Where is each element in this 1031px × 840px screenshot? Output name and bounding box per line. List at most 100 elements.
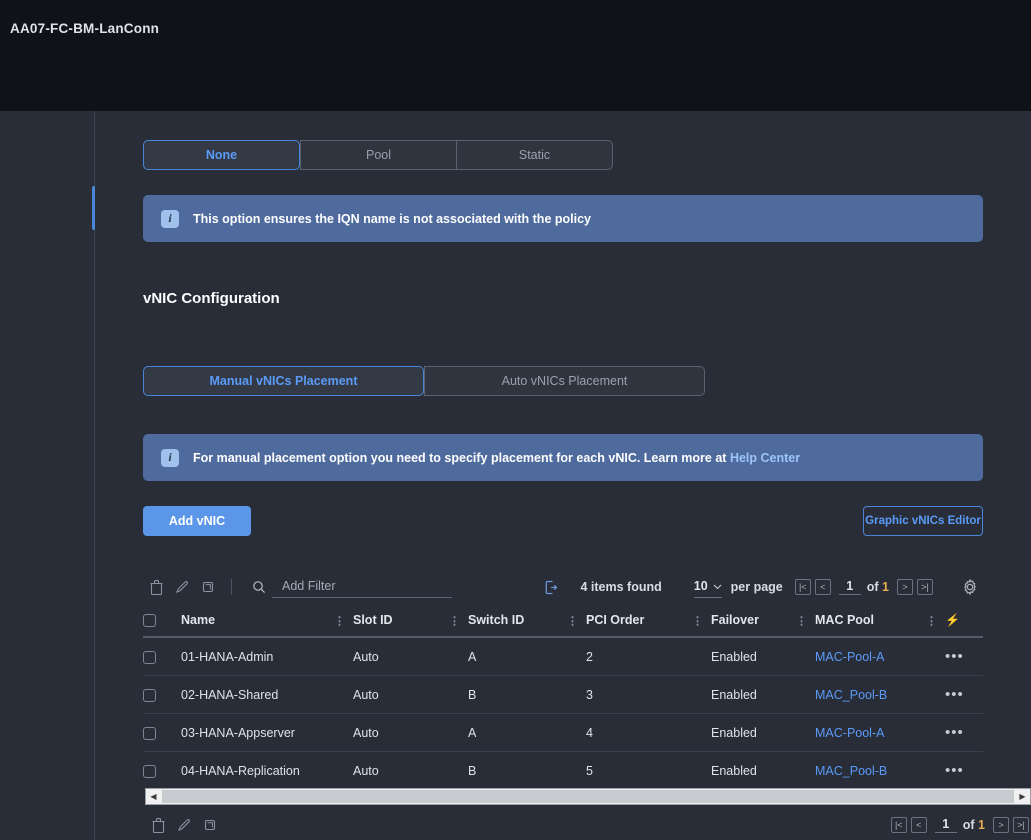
column-header-mac-pool[interactable]: MAC Pool ⋮ [815,607,945,639]
row-select-cell [143,637,181,677]
column-sort-handle[interactable]: ⋮ [449,616,460,627]
table-row[interactable]: 03-HANA-Appserver Auto A 4 Enabled MAC-P… [143,713,983,753]
vnic-table: Name ⋮ Slot ID ⋮ Switch ID ⋮ PCI Order ⋮… [143,607,983,791]
column-header-slot-id[interactable]: Slot ID ⋮ [353,607,468,639]
column-header-name[interactable]: Name ⋮ [181,607,353,639]
refresh-icon[interactable] [538,574,564,600]
column-sort-handle[interactable]: ⋮ [692,616,703,627]
horizontal-scrollbar-thumb[interactable] [162,790,1014,803]
content-area: None Pool Static i This option ensures t… [95,111,1031,840]
horizontal-scrollbar[interactable]: ◀ ▶ [145,788,1031,805]
search-icon[interactable] [246,574,272,600]
placement-option-manual[interactable]: Manual vNICs Placement [143,366,424,396]
scroll-left-arrow-icon[interactable]: ◀ [146,789,161,804]
manual-placement-banner-message: For manual placement option you need to … [193,450,730,465]
cell-failover: Enabled [711,637,815,677]
column-header-pci-order[interactable]: PCI Order ⋮ [586,607,711,639]
page-title: AA07-FC-BM-LanConn [10,21,160,36]
add-vnic-button[interactable]: Add vNIC [143,506,251,536]
row-overflow-menu[interactable]: ••• [945,725,964,740]
footer-prev-page-button[interactable]: < [910,817,927,833]
column-label-mac-pool: MAC Pool [815,613,875,628]
vnic-configuration-heading: vNIC Configuration [143,290,280,307]
column-header-failover[interactable]: Failover ⋮ [711,607,815,639]
row-checkbox[interactable] [143,726,156,740]
bolt-icon[interactable]: ⚡ [945,613,960,627]
pencil-icon[interactable] [171,812,197,838]
per-page-select[interactable]: 10 [693,577,722,598]
cell-actions: ••• [945,713,983,753]
iqn-allocation-segmented-control: None Pool Static [143,140,613,170]
clone-icon[interactable] [197,812,223,838]
iqn-option-pool[interactable]: Pool [300,140,456,170]
select-all-checkbox[interactable] [143,614,156,628]
trash-icon[interactable] [143,574,169,600]
mac-pool-link[interactable]: MAC_Pool-B [815,764,887,778]
table-row[interactable]: 04-HANA-Replication Auto B 5 Enabled MAC… [143,751,983,791]
iqn-option-none[interactable]: None [143,140,300,170]
row-checkbox[interactable] [143,764,156,778]
cell-switch-id: B [468,751,586,791]
row-overflow-menu[interactable]: ••• [945,687,964,702]
info-icon: i [161,209,179,228]
prev-page-button[interactable]: < [814,579,831,595]
row-select-cell [143,713,181,753]
column-sort-handle[interactable]: ⋮ [334,616,345,627]
table-body: 01-HANA-Admin Auto A 2 Enabled MAC-Pool-… [143,637,983,791]
mac-pool-link[interactable]: MAC-Pool-A [815,726,884,740]
next-page-button[interactable]: > [897,579,913,595]
row-checkbox[interactable] [143,688,156,702]
table-row[interactable]: 01-HANA-Admin Auto A 2 Enabled MAC-Pool-… [143,637,983,677]
column-header-switch-id[interactable]: Switch ID ⋮ [468,607,586,639]
graphic-vnics-editor-button[interactable]: Graphic vNICs Editor [863,506,983,536]
filter-group [246,574,452,600]
cell-pci-order: 2 [586,637,711,677]
cell-failover: Enabled [711,713,815,753]
footer-last-page-button[interactable]: >| [1013,817,1029,833]
cell-pci-order: 3 [586,675,711,715]
help-center-link[interactable]: Help Center [730,451,800,465]
column-label-failover: Failover [711,613,759,628]
page-total-prefix: of [866,580,883,594]
mac-pool-link[interactable]: MAC_Pool-B [815,688,887,702]
cell-switch-id: B [468,675,586,715]
cell-actions: ••• [945,675,983,715]
per-page-label: per page [730,580,783,594]
cell-slot-id: Auto [353,675,468,715]
footer-first-page-button[interactable]: |< [890,817,907,833]
footer-page-number[interactable]: 1 [934,817,957,833]
cell-mac-pool: MAC_Pool-B [815,751,945,791]
table-row[interactable]: 02-HANA-Shared Auto B 3 Enabled MAC_Pool… [143,675,983,715]
column-sort-handle[interactable]: ⋮ [796,616,807,627]
page-total-value: 1 [882,580,889,594]
row-overflow-menu[interactable]: ••• [945,649,964,664]
column-label-switch-id: Switch ID [468,613,525,628]
page-total-label: of 1 [867,580,889,594]
row-checkbox[interactable] [143,650,156,664]
placement-option-auto[interactable]: Auto vNICs Placement [424,366,705,396]
pencil-icon[interactable] [169,574,195,600]
page-number-input[interactable]: 1 [838,579,861,595]
first-page-button[interactable]: |< [794,579,811,595]
column-label-slot-id: Slot ID [353,613,393,628]
footer-next-page-button[interactable]: > [993,817,1009,833]
trash-icon[interactable] [145,812,171,838]
gear-icon[interactable] [957,574,983,600]
iqn-option-static[interactable]: Static [456,140,613,170]
row-overflow-menu[interactable]: ••• [945,763,964,778]
mac-pool-link[interactable]: MAC-Pool-A [815,650,884,664]
search-input[interactable] [272,576,452,598]
column-sort-handle[interactable]: ⋮ [926,616,937,627]
chevron-down-icon [713,577,722,595]
cell-failover: Enabled [711,675,815,715]
manual-placement-banner-text: For manual placement option you need to … [193,451,800,465]
cell-slot-id: Auto [353,751,468,791]
cell-mac-pool: MAC-Pool-A [815,713,945,753]
cell-slot-id: Auto [353,713,468,753]
clone-icon[interactable] [195,574,221,600]
vnic-placement-segmented-control: Manual vNICs Placement Auto vNICs Placem… [143,366,705,396]
scroll-right-arrow-icon[interactable]: ▶ [1015,789,1030,804]
last-page-button[interactable]: >| [917,579,933,595]
column-sort-handle[interactable]: ⋮ [567,616,578,627]
title-bar: AA07-FC-BM-LanConn [0,0,1031,111]
